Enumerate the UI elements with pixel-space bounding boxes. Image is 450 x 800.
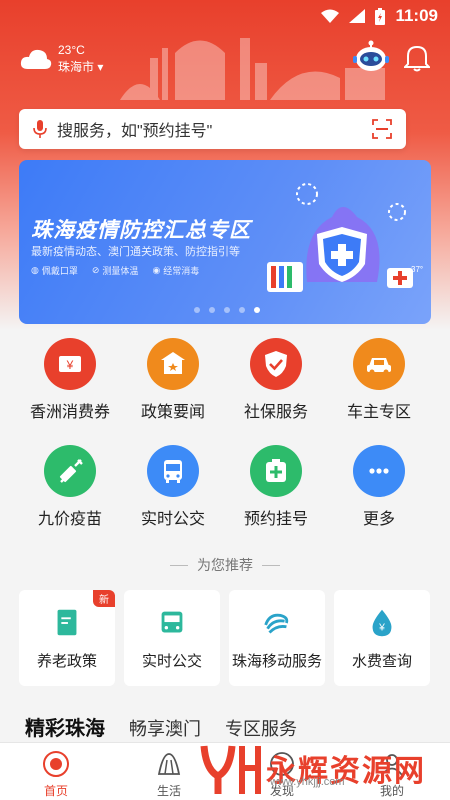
wifi-icon bbox=[321, 9, 340, 23]
bus-icon bbox=[147, 445, 199, 497]
watermark-url: www.yhkjjj.com bbox=[270, 776, 345, 788]
car-icon bbox=[353, 338, 405, 390]
carousel-dots bbox=[194, 307, 260, 313]
carousel-dot[interactable] bbox=[209, 307, 215, 313]
recommend-card-label: 实时公交 bbox=[141, 653, 202, 670]
weather-widget[interactable]: 23°C 珠海市 ▾ bbox=[20, 42, 103, 76]
service-label: 实时公交 bbox=[140, 511, 205, 528]
recommend-card[interactable]: 养老政策 新 bbox=[19, 590, 115, 686]
section-tabs: 精彩珠海 畅享澳门 专区服务 bbox=[25, 712, 297, 741]
battery-icon bbox=[375, 7, 386, 25]
thermometer-icon: ⊘ bbox=[91, 265, 100, 275]
bus-icon bbox=[155, 606, 189, 640]
banner-tag: ◉ 经常消毒 bbox=[152, 265, 200, 276]
microphone-icon[interactable] bbox=[33, 119, 47, 139]
service-item[interactable]: 车主专区 bbox=[324, 338, 434, 422]
syringe-icon bbox=[44, 445, 96, 497]
carousel-dot[interactable] bbox=[194, 307, 200, 313]
banner-tags: ◍ 佩戴口罩 ⊘ 测量体温 ◉ 经常消毒 bbox=[31, 264, 199, 277]
status-time: 11:09 bbox=[395, 6, 438, 25]
robot-assistant-icon[interactable] bbox=[352, 40, 390, 74]
service-item[interactable]: 预约挂号 bbox=[221, 445, 331, 529]
banner-tag: ⊘ 测量体温 bbox=[91, 265, 139, 276]
svg-text:¥: ¥ bbox=[66, 358, 74, 372]
nav-life-label: 生活 bbox=[156, 784, 181, 798]
search-bar[interactable]: 搜服务，如"预约挂号" bbox=[19, 109, 406, 149]
nav-home[interactable]: 首页 bbox=[26, 749, 86, 799]
recommend-card[interactable]: 珠海移动服务 bbox=[229, 590, 325, 686]
epidemic-banner[interactable]: 珠海疫情防控汇总专区 最新疫情动态、澳门通关政策、防控指引等 ◍ 佩戴口罩 ⊘ 测量… bbox=[19, 160, 431, 324]
virus-shield-illustration: 37° bbox=[267, 183, 423, 292]
disinfect-icon: ◉ bbox=[152, 265, 161, 275]
service-item[interactable]: 更多 bbox=[324, 445, 434, 529]
service-label: 政策要闻 bbox=[140, 404, 205, 421]
recommend-card-label: 水费查询 bbox=[351, 653, 412, 670]
tab-wonderful-zhuhai[interactable]: 精彩珠海 bbox=[25, 712, 105, 741]
watermark-logo-icon bbox=[200, 745, 261, 794]
service-item[interactable]: 实时公交 bbox=[118, 445, 228, 529]
mask-icon: ◍ bbox=[31, 265, 39, 275]
search-input[interactable]: 搜服务，如"预约挂号" bbox=[57, 117, 372, 141]
book-icon bbox=[50, 606, 84, 640]
scan-icon[interactable] bbox=[372, 119, 392, 139]
service-label: 更多 bbox=[362, 511, 395, 528]
svg-text:¥: ¥ bbox=[378, 623, 385, 634]
life-icon bbox=[157, 753, 181, 775]
tab-special-services[interactable]: 专区服务 bbox=[225, 715, 297, 741]
more-icon bbox=[353, 445, 405, 497]
home-shell-icon bbox=[43, 751, 69, 777]
recommend-card[interactable]: 实时公交 bbox=[124, 590, 220, 686]
recommend-card-label: 珠海移动服务 bbox=[231, 653, 322, 670]
coupon-icon: ¥ bbox=[44, 338, 96, 390]
carousel-dot[interactable] bbox=[254, 307, 260, 313]
service-label: 车主专区 bbox=[346, 404, 411, 421]
status-bar: 11:09 bbox=[0, 0, 450, 32]
service-item[interactable]: 政策要闻 bbox=[118, 338, 228, 422]
weather-temperature: 23°C bbox=[58, 43, 85, 57]
cloud-icon bbox=[20, 49, 52, 69]
bell-icon[interactable] bbox=[404, 44, 430, 72]
banner-thermo-label: 37° bbox=[411, 265, 423, 274]
service-item[interactable]: ¥ 香洲消费券 bbox=[15, 338, 125, 422]
banner-subtitle: 最新疫情动态、澳门通关政策、防控指引等 bbox=[31, 246, 240, 258]
nav-life[interactable]: 生活 bbox=[139, 749, 199, 799]
service-label: 预约挂号 bbox=[243, 511, 308, 528]
service-label: 香洲消费券 bbox=[29, 404, 110, 421]
recommend-title: 为您推荐 bbox=[197, 557, 253, 573]
new-badge: 新 bbox=[93, 590, 115, 607]
china-mobile-icon bbox=[260, 606, 294, 640]
service-label: 九价疫苗 bbox=[37, 511, 102, 528]
service-item[interactable]: 社保服务 bbox=[221, 338, 331, 422]
service-item[interactable]: 九价疫苗 bbox=[15, 445, 125, 529]
carousel-dot[interactable] bbox=[239, 307, 245, 313]
carousel-dot[interactable] bbox=[224, 307, 230, 313]
chevron-down-icon: ▾ bbox=[97, 60, 104, 74]
shield-check-icon bbox=[250, 338, 302, 390]
recommend-card-label: 养老政策 bbox=[36, 653, 97, 670]
water-drop-icon: ¥ bbox=[365, 606, 399, 640]
weather-city[interactable]: 珠海市 ▾ bbox=[58, 59, 103, 76]
watermark: 永辉资源网 www.yhkjjj.com bbox=[198, 740, 426, 796]
recommend-card[interactable]: ¥ 水费查询 bbox=[334, 590, 430, 686]
tab-enjoy-macau[interactable]: 畅享澳门 bbox=[129, 715, 201, 741]
banner-tag: ◍ 佩戴口罩 bbox=[31, 265, 78, 276]
divider-right bbox=[262, 565, 280, 566]
medical-kit-icon bbox=[250, 445, 302, 497]
banner-title: 珠海疫情防控汇总专区 bbox=[31, 219, 251, 242]
building-icon bbox=[147, 338, 199, 390]
service-label: 社保服务 bbox=[243, 404, 308, 421]
nav-home-label: 首页 bbox=[43, 784, 68, 798]
signal-icon bbox=[349, 9, 366, 23]
